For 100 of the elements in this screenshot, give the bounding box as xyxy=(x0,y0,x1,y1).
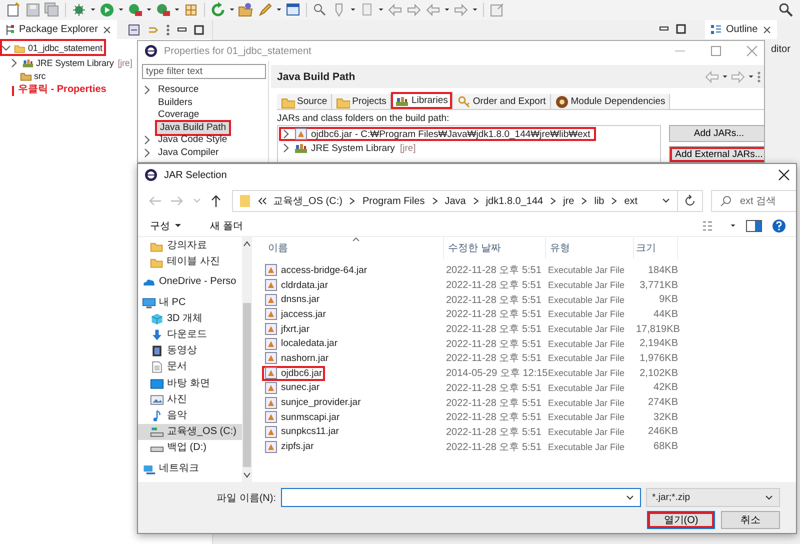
nav-item[interactable]: Coverage xyxy=(155,109,202,122)
view-tab[interactable]: Package Explorer xyxy=(0,20,117,39)
breadcrumb-item[interactable]: jdk1.8.0_144 xyxy=(486,196,544,206)
preview-pane-icon[interactable] xyxy=(746,220,762,232)
file-name[interactable]: dnsns.jar xyxy=(262,292,323,308)
file-name[interactable]: cldrdata.jar xyxy=(262,278,331,292)
file-name[interactable]: localedata.jar xyxy=(262,336,341,352)
column-header[interactable]: 이름 xyxy=(264,237,444,259)
scroll-thumb[interactable] xyxy=(243,303,251,467)
search-icon[interactable] xyxy=(312,2,328,18)
breadcrumb-item[interactable]: jre xyxy=(563,196,574,206)
file-name[interactable]: sunpkcs11.jar xyxy=(262,424,342,440)
button[interactable]: Add JARs... xyxy=(669,125,764,142)
chevron-right-icon[interactable] xyxy=(281,128,291,140)
column-header[interactable]: 유형 xyxy=(546,237,634,259)
file-name[interactable]: jaccess.jar xyxy=(262,307,329,322)
navigation-item[interactable]: 테이블 사진 xyxy=(138,254,242,270)
open-folder-icon[interactable] xyxy=(238,2,254,18)
filter-field[interactable]: type filter text xyxy=(142,64,266,79)
button[interactable]: Add External JARs... xyxy=(669,146,764,162)
view-tab[interactable]: Outline xyxy=(705,20,777,39)
nav-item[interactable]: Java Code Style xyxy=(155,134,230,146)
navigation-item[interactable]: 백업 (D:) xyxy=(138,440,242,456)
file-name[interactable]: zipfs.jar xyxy=(262,439,317,454)
navigation-item[interactable]: 동영상 xyxy=(138,343,242,360)
save-icon[interactable] xyxy=(25,2,41,18)
scrollbar[interactable] xyxy=(242,237,252,482)
navigation-item[interactable]: OneDrive - Perso xyxy=(138,274,242,291)
up-arrow-icon[interactable] xyxy=(210,194,222,208)
chevron-right-icon[interactable] xyxy=(281,142,291,154)
navigation-item[interactable]: 바탕 화면 xyxy=(138,376,242,392)
tab[interactable]: Module Dependencies xyxy=(550,94,670,109)
chevron-right-icon[interactable] xyxy=(142,84,152,96)
button[interactable]: 취소 xyxy=(721,511,780,529)
navigation-item[interactable]: 내 PC xyxy=(138,294,242,311)
save-all-icon[interactable] xyxy=(44,2,60,18)
dropdown-caret-icon[interactable] xyxy=(748,72,754,80)
edit-window-icon[interactable] xyxy=(489,2,505,18)
scroll-down-icon[interactable] xyxy=(243,471,251,479)
file-name[interactable]: sunec.jar xyxy=(262,380,323,396)
tree-item[interactable]: 01_jdbc_statement xyxy=(0,39,106,56)
breadcrumb-item[interactable]: lib xyxy=(594,196,604,206)
navigation-item[interactable]: 강의자료 xyxy=(138,238,242,254)
breadcrumb-item[interactable]: ext xyxy=(624,196,638,206)
search-field[interactable]: ext 검색 xyxy=(711,190,796,212)
toolbar-button[interactable]: 구성 xyxy=(146,217,186,235)
tree-item[interactable]: JRE System Library [jre] xyxy=(0,56,134,69)
maximize-icon[interactable] xyxy=(194,24,204,34)
chevron-right-icon[interactable] xyxy=(142,146,152,159)
file-name[interactable]: access-bridge-64.jar xyxy=(262,263,370,278)
minimize-icon[interactable] xyxy=(177,24,187,34)
file-name[interactable]: sunjce_provider.jar xyxy=(262,395,364,410)
close-icon[interactable] xyxy=(778,169,790,181)
tab[interactable]: Order and Export xyxy=(452,94,551,109)
breadcrumb-item[interactable]: Program Files xyxy=(362,196,425,206)
list-item[interactable]: ojdbc6.jar - C:₩Program Files₩Java₩jdk1.8.0_144₩jre₩lib₩ext xyxy=(279,127,596,141)
forward-history-icon[interactable] xyxy=(406,2,422,18)
nav-item[interactable]: Resource xyxy=(155,84,202,96)
tab[interactable]: Libraries xyxy=(391,92,453,109)
nav-item[interactable]: Java Build Path xyxy=(155,120,232,136)
bug-icon[interactable] xyxy=(71,2,87,18)
file-name[interactable]: jfxrt.jar xyxy=(262,322,312,336)
window-icon[interactable] xyxy=(285,2,301,18)
file-name[interactable]: nashorn.jar xyxy=(262,351,332,366)
view-menu-icon[interactable] xyxy=(166,24,170,36)
help-icon[interactable] xyxy=(772,219,786,233)
file-name[interactable]: ojdbc6.jar xyxy=(262,366,326,380)
breadcrumb-item[interactable]: 교육생_OS (C:) xyxy=(273,194,342,208)
list-item[interactable]: JRE System Library [jre] xyxy=(279,141,422,155)
address-bar[interactable]: 교육생_OS (C:) Program Files Java jdk1.8.0_144 jre lib ext xyxy=(232,190,678,212)
navigation-item[interactable]: 교육생_OS (C:) xyxy=(138,424,242,440)
navigation-item[interactable]: 음악 xyxy=(138,408,242,424)
new-file-icon[interactable] xyxy=(6,2,22,18)
file-name-field[interactable] xyxy=(281,488,641,507)
navigation-item[interactable]: 다운로드 xyxy=(138,326,242,344)
dropdown-caret-icon[interactable] xyxy=(722,72,728,80)
nav-item[interactable]: Builders xyxy=(155,96,196,109)
column-header[interactable]: 크기 xyxy=(634,237,678,259)
close-icon[interactable] xyxy=(762,24,772,34)
tab[interactable]: Source xyxy=(277,94,332,109)
maximize-icon[interactable] xyxy=(676,24,686,34)
file-name[interactable]: sunmscapi.jar xyxy=(262,410,343,425)
breadcrumb-item[interactable]: Java xyxy=(444,196,466,206)
pencil-icon[interactable] xyxy=(257,2,273,18)
scroll-up-icon[interactable] xyxy=(243,240,251,248)
navigation-item[interactable]: 사진 xyxy=(138,392,242,408)
file-type-dropdown[interactable]: *.jar;*.zip xyxy=(646,488,780,507)
navigation-item[interactable]: 문서 xyxy=(138,359,242,376)
navigation-item[interactable]: 3D 개체 xyxy=(138,310,242,327)
close-icon[interactable] xyxy=(102,24,112,34)
navigation-item[interactable]: 네트워크 xyxy=(138,460,242,477)
chevron-right-icon[interactable] xyxy=(142,134,152,146)
button[interactable]: 열기(O) xyxy=(647,511,715,529)
toolbar-button[interactable]: 새 폴더 xyxy=(206,217,247,235)
nav-item[interactable]: Java Compiler xyxy=(155,146,222,159)
search-icon[interactable] xyxy=(778,2,794,18)
tab[interactable]: Projects xyxy=(332,94,392,109)
column-header[interactable]: 수정한 날짜 xyxy=(444,237,546,259)
tree-item[interactable]: src xyxy=(0,69,47,82)
collapse-all-icon[interactable] xyxy=(128,24,140,36)
